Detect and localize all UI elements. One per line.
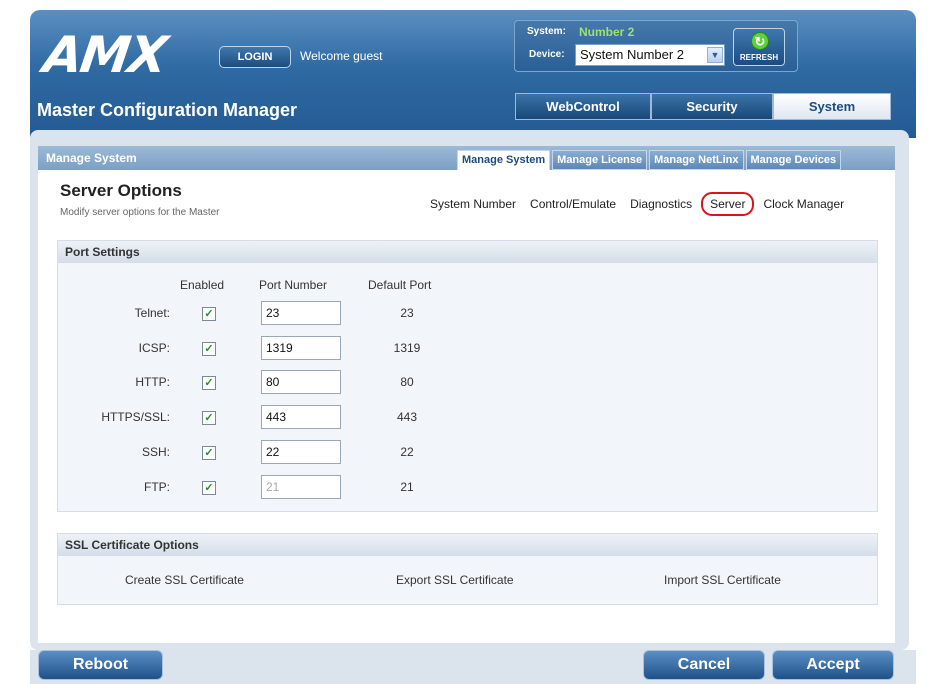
ssl-title: SSL Certificate Options: [58, 534, 877, 556]
port-input-ftp: 21: [261, 475, 341, 499]
port-input-https[interactable]: 443: [261, 405, 341, 429]
default-telnet: 23: [400, 306, 414, 320]
default-http: 80: [400, 375, 414, 389]
checkbox-telnet[interactable]: ✓: [202, 307, 216, 321]
default-ftp: 21: [400, 480, 414, 494]
refresh-button[interactable]: ↻ REFRESH: [733, 28, 785, 66]
login-button[interactable]: LOGIN: [219, 46, 291, 68]
section-subtitle: Modify server options for the Master: [60, 207, 220, 218]
import-ssl-link[interactable]: Import SSL Certificate: [664, 573, 781, 587]
label-ssh: SSH:: [141, 445, 170, 459]
sub-nav: System Number Control/Emulate Diagnostic…: [430, 192, 858, 216]
refresh-label: REFRESH: [739, 53, 779, 62]
port-input-telnet[interactable]: 23: [261, 301, 341, 325]
checkbox-http[interactable]: ✓: [202, 376, 216, 390]
label-http: HTTP:: [135, 375, 170, 389]
ssl-box: SSL Certificate Options: [57, 533, 878, 605]
device-select[interactable]: System Number 2 ▼: [575, 44, 725, 66]
tab-system[interactable]: System: [773, 93, 891, 120]
label-ftp: FTP:: [144, 480, 170, 494]
device-select-value: System Number 2: [580, 47, 685, 62]
checkbox-ftp[interactable]: ✓: [202, 481, 216, 495]
nav-diagnostics[interactable]: Diagnostics: [630, 197, 692, 211]
tab-manage-system[interactable]: Manage System: [457, 150, 551, 170]
label-https: HTTPS/SSL:: [101, 410, 170, 424]
section-title: Server Options: [60, 181, 182, 200]
amx-logo: AMX: [39, 26, 170, 84]
reboot-button[interactable]: Reboot: [38, 650, 163, 680]
nav-server[interactable]: Server: [701, 192, 755, 216]
sub-tabs: Manage System Manage License Manage NetL…: [457, 150, 842, 170]
app-title: Master Configuration Manager: [37, 100, 298, 120]
panel-title: Manage System: [46, 151, 137, 165]
refresh-icon: ↻: [751, 32, 769, 50]
checkbox-https[interactable]: ✓: [202, 411, 216, 425]
port-settings-title: Port Settings: [58, 241, 877, 263]
port-input-icsp[interactable]: 1319: [261, 336, 341, 360]
tab-security[interactable]: Security: [651, 93, 773, 120]
checkbox-ssh[interactable]: ✓: [202, 446, 216, 460]
tab-webcontrol[interactable]: WebControl: [515, 93, 651, 120]
col-port-number: Port Number: [259, 278, 328, 292]
system-value: Number 2: [579, 25, 635, 39]
nav-clock-manager[interactable]: Clock Manager: [763, 197, 844, 211]
create-ssl-link[interactable]: Create SSL Certificate: [125, 573, 244, 587]
device-label: Device:: [529, 49, 565, 60]
tab-manage-license[interactable]: Manage License: [552, 150, 648, 170]
port-input-http[interactable]: 80: [261, 370, 341, 394]
tab-manage-devices[interactable]: Manage Devices: [745, 150, 842, 170]
label-telnet: Telnet:: [134, 306, 170, 320]
col-enabled: Enabled: [180, 278, 225, 292]
main-tabs: WebControl Security System: [515, 93, 891, 120]
nav-system-number[interactable]: System Number: [430, 197, 516, 211]
label-icsp: ICSP:: [138, 341, 170, 355]
chevron-down-icon[interactable]: ▼: [707, 47, 723, 63]
checkbox-icsp[interactable]: ✓: [202, 342, 216, 356]
nav-control-emulate[interactable]: Control/Emulate: [530, 197, 616, 211]
welcome-text: Welcome guest: [300, 49, 383, 63]
port-input-ssh[interactable]: 22: [261, 440, 341, 464]
col-default-port: Default Port: [368, 278, 432, 292]
app-window: AMX LOGIN Welcome guest System: Number 2…: [0, 0, 929, 684]
system-label: System:: [527, 26, 566, 37]
cancel-button[interactable]: Cancel: [643, 650, 765, 680]
default-ssh: 22: [400, 445, 414, 459]
tab-manage-netlinx[interactable]: Manage NetLinx: [649, 150, 744, 170]
accept-button[interactable]: Accept: [772, 650, 894, 680]
default-icsp: 1319: [393, 341, 421, 355]
export-ssl-link[interactable]: Export SSL Certificate: [396, 573, 514, 587]
default-https: 443: [396, 410, 418, 424]
